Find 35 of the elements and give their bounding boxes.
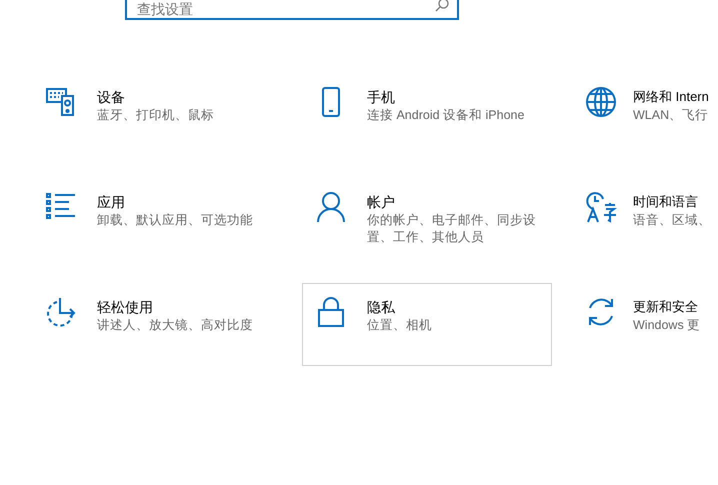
tile-description: 位置、相机 — [367, 317, 432, 334]
tile-title: 应用 — [97, 193, 126, 211]
search-field[interactable]: 查找设置 — [125, 0, 459, 20]
settings-tile[interactable]: 帐户 你的帐户、电子邮件、同步设置、工作、其他人员 — [302, 178, 552, 261]
tile-title: 轻松使用 — [97, 298, 154, 316]
tile-title: 时间和语言 — [633, 193, 699, 211]
tile-description: WLAN、飞行 — [633, 107, 707, 124]
settings-tile[interactable]: 设备 蓝牙、打印机、鼠标 — [32, 73, 282, 156]
lock-icon — [315, 296, 347, 328]
tile-title: 更新和安全 — [633, 298, 699, 316]
tile-description: 你的帐户、电子邮件、同步设置、工作、其他人员 — [367, 212, 537, 246]
clock-language-icon — [585, 191, 617, 223]
settings-tile[interactable]: 更新和安全 Windows 更 — [572, 283, 718, 366]
tile-description: 讲述人、放大镜、高对比度 — [97, 317, 253, 334]
settings-tile[interactable]: 轻松使用 讲述人、放大镜、高对比度 — [32, 283, 282, 366]
tile-title: 网络和 Intern — [633, 88, 707, 106]
tile-description: 蓝牙、打印机、鼠标 — [97, 107, 214, 124]
dashed-clock-icon — [45, 296, 77, 328]
tile-title: 设备 — [97, 88, 126, 106]
globe-icon — [585, 86, 617, 118]
tile-description: 语音、区域、 — [633, 212, 707, 229]
tile-title: 手机 — [367, 88, 396, 106]
settings-tile[interactable]: 时间和语言 语音、区域、 — [572, 178, 718, 261]
settings-tile[interactable]: 网络和 Intern WLAN、飞行 — [572, 73, 718, 156]
tile-description: Windows 更 — [633, 317, 700, 334]
tile-title: 帐户 — [367, 193, 396, 211]
tile-title: 隐私 — [367, 298, 396, 316]
search-icon — [435, 0, 449, 12]
settings-tile[interactable]: 隐私 位置、相机 — [302, 283, 552, 366]
person-icon — [315, 191, 347, 223]
settings-tile[interactable]: 手机 连接 Android 设备和 iPhone — [302, 73, 552, 156]
tile-description: 卸载、默认应用、可选功能 — [97, 212, 253, 229]
keyboard-speaker-icon — [45, 86, 77, 118]
settings-tile[interactable]: 应用 卸载、默认应用、可选功能 — [32, 178, 282, 261]
tile-description: 连接 Android 设备和 iPhone — [367, 107, 524, 124]
